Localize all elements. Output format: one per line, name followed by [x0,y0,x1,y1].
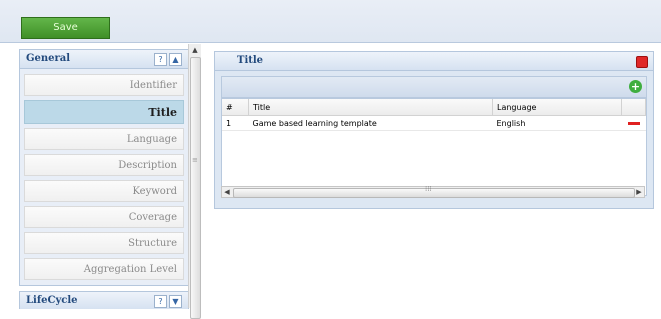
save-button[interactable]: Save [21,17,110,39]
add-circle-icon[interactable]: + [629,80,642,93]
title-panel-title: Title [237,55,264,66]
grid-horizontal-scrollbar[interactable]: ◀ ⁞⁞⁞ ▶ [221,185,645,198]
general-panel-header: General ? ▲ [20,50,188,69]
remove-icon[interactable] [627,121,640,125]
general-panel-title: General [26,53,71,64]
help-icon[interactable]: ? [154,295,167,308]
cell-remove [621,115,646,131]
table-row[interactable]: 1 Game based learning template English [222,115,646,131]
column-header-title[interactable]: Title [248,99,493,116]
nav-item-structure[interactable]: Structure [24,232,184,254]
scroll-right-arrow-icon[interactable]: ▶ [634,187,644,197]
nav-item-keyword[interactable]: Keyword [24,180,184,202]
left-vertical-scrollbar[interactable]: ▲ ≡ [188,44,201,319]
nav-item-language[interactable]: Language [24,128,184,150]
general-nav: Identifier Title Language Description Ke… [24,74,184,284]
column-header-actions [621,99,646,116]
general-panel: General ? ▲ Identifier Title Language De… [19,49,189,286]
title-panel-header: Title [215,52,653,71]
horizontal-scroll-grip-icon: ⁞⁞⁞ [425,185,432,193]
nav-item-aggregation-level[interactable]: Aggregation Level [24,258,184,280]
scroll-thumb[interactable] [190,57,201,319]
nav-item-title[interactable]: Title [24,100,184,124]
column-header-number[interactable]: # [222,99,249,116]
nav-item-coverage[interactable]: Coverage [24,206,184,228]
title-grid: # Title Language 1 Game based learning t… [221,98,647,196]
help-icon[interactable]: ? [154,53,167,66]
scroll-left-arrow-icon[interactable]: ◀ [222,187,232,197]
title-table: # Title Language 1 Game based learning t… [222,99,646,131]
close-icon[interactable] [636,56,648,68]
top-toolbar: Save [0,0,661,43]
cell-language[interactable]: English [492,115,622,131]
scroll-grip-icon: ≡ [192,156,198,164]
title-panel: Title + # Title Language 1 Game based le… [214,51,654,209]
nav-item-description[interactable]: Description [24,154,184,176]
cell-number: 1 [222,115,249,131]
scroll-up-arrow-icon[interactable]: ▲ [189,44,201,56]
cell-title[interactable]: Game based learning template [248,115,493,131]
expand-icon[interactable]: ▼ [169,295,182,308]
table-header-row: # Title Language [222,99,646,116]
horizontal-scroll-thumb[interactable] [233,188,635,198]
collapse-icon[interactable]: ▲ [169,53,182,66]
lifecycle-panel-header[interactable]: LifeCycle ? ▼ [19,291,189,309]
nav-item-identifier[interactable]: Identifier [24,74,184,96]
lifecycle-panel-title: LifeCycle [26,295,78,306]
column-header-language[interactable]: Language [492,99,622,116]
title-panel-toolbar: + [221,76,647,98]
